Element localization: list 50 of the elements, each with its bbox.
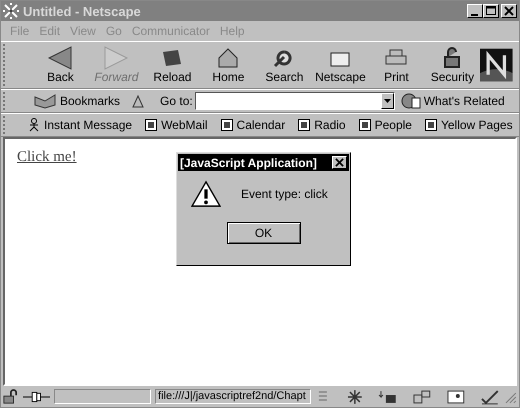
toolbar-button[interactable]: Security: [424, 46, 480, 84]
ok-button[interactable]: OK: [226, 222, 300, 244]
toolbar-button[interactable]: Print: [368, 46, 424, 84]
lock-icon: [3, 388, 19, 404]
dialog-title: [JavaScript Application]: [180, 156, 317, 170]
warning-icon: [191, 180, 221, 208]
location-field[interactable]: [194, 92, 395, 110]
personal-toolbar-item[interactable]: People: [358, 118, 412, 132]
dropdown-button[interactable]: [380, 93, 394, 109]
close-button[interactable]: [332, 156, 347, 169]
toolbar-button[interactable]: Back: [32, 46, 88, 84]
close-icon: [504, 6, 514, 16]
personal-toolbar-item[interactable]: Radio: [297, 118, 346, 132]
logo-icon: [480, 46, 513, 84]
maximize-icon: [486, 6, 496, 16]
forward-arrow-icon: [104, 46, 128, 70]
dialog-message: Event type: click: [241, 187, 328, 201]
link[interactable]: Click me!: [17, 149, 77, 166]
back-arrow-icon: [48, 46, 72, 70]
window-title: Untitled - Netscape: [23, 4, 142, 18]
close-button[interactable]: [501, 4, 517, 18]
personal-toolbar-item[interactable]: Instant Message: [27, 118, 132, 132]
whats-related-button[interactable]: What's Related: [424, 94, 505, 108]
document-icon: [144, 118, 158, 132]
personal-toolbar-item[interactable]: WebMail: [144, 118, 208, 132]
bookmark-icon: [33, 93, 57, 109]
house-icon: [216, 46, 240, 70]
status-url: file:///J|/javascriptref2nd/Chapt: [155, 389, 311, 404]
toolbar-button[interactable]: Netscape: [312, 46, 368, 84]
personal-toolbar-item[interactable]: Calendar: [220, 118, 286, 132]
plug-icon: [22, 390, 50, 404]
bookmarks-button[interactable]: Bookmarks: [60, 94, 120, 108]
document-icon: [424, 118, 438, 132]
minimize-icon: [470, 14, 478, 16]
toolbar-button[interactable]: Home: [200, 46, 256, 84]
document-icon: [220, 118, 234, 132]
minimize-button[interactable]: [467, 4, 483, 18]
toolbar-button[interactable]: Reload: [144, 46, 200, 84]
personal-toolbar-item[interactable]: Yellow Pages: [424, 118, 513, 132]
star-icon: [3, 3, 19, 19]
toolbar-button[interactable]: Search: [256, 46, 312, 84]
person-icon: [27, 118, 41, 132]
caret-icon: [384, 99, 391, 103]
close-icon: [335, 158, 344, 167]
maximize-button[interactable]: [483, 4, 499, 18]
document-icon: [358, 118, 372, 132]
document-icon: [297, 118, 312, 132]
address-card-icon[interactable]: [446, 388, 466, 404]
goto-label: Go to:: [160, 94, 193, 108]
globe-icon: [400, 93, 421, 109]
